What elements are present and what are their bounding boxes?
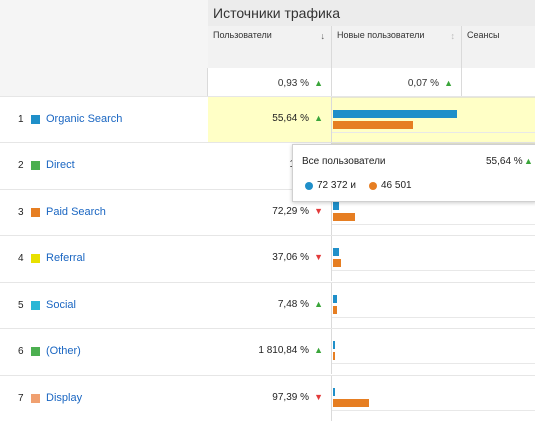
users-pct-cell: 7,48 % ▲ [208,283,332,328]
bar-users [333,388,335,396]
bar-users [333,341,335,349]
trend-up-icon: ▲ [314,345,323,355]
channel-link[interactable]: Referral [46,252,85,264]
traffic-sources-table: Источники трафика Пользователи ↓ Новые п… [0,0,535,430]
table-row[interactable]: 7 Display 97,39 % ▼ [0,375,535,421]
trend-down-icon: ▼ [314,206,323,216]
series-dot-orange [369,182,377,190]
sort-neutral-icon[interactable]: ↕ [451,31,456,41]
totals-users-pct: 0,93 % [277,78,309,89]
legend-swatch [31,394,40,403]
row-number: 2 [18,160,24,171]
users-pct-value: 37,06 % [272,252,309,263]
legend-swatch [31,301,40,310]
row-number: 6 [18,346,24,357]
chart-tooltip: Все пользователи 55,64 % ▲ 72 372 и 46 5… [292,144,535,202]
bar-users [333,248,339,256]
legend-swatch [31,208,40,217]
channel-link[interactable]: Organic Search [46,113,122,125]
column-label-sessions: Сеансы [467,30,500,40]
row-number: 7 [18,393,24,404]
column-label-users: Пользователи [213,30,272,40]
trend-down-icon: ▼ [314,392,323,402]
totals-users: 0,93 % ▲ [208,68,332,96]
table-row[interactable]: 4 Referral 37,06 % ▼ [0,235,535,281]
bar-new-users [333,399,369,407]
trend-up-icon: ▲ [314,113,323,123]
channel-link[interactable]: (Other) [46,345,81,357]
users-pct-cell: 97,39 % ▼ [208,376,332,421]
row-number: 5 [18,300,24,311]
row-number: 3 [18,207,24,218]
tooltip-pct: 55,64 % [486,156,523,167]
channel-link[interactable]: Paid Search [46,206,106,218]
bar-new-users [333,306,337,314]
table-row[interactable]: 6 (Other) 1 810,84 % ▲ [0,328,535,374]
users-pct-cell: 1 810,84 % ▲ [208,329,332,374]
bar-cell [332,97,535,144]
column-header-sessions[interactable]: Сеансы [462,26,535,68]
trend-up-icon: ▲ [314,299,323,309]
bar-gridline [332,363,535,364]
column-header-new-users[interactable]: Новые пользователи ↕ [332,26,462,68]
users-pct-cell: 55,64 % ▲ [208,97,332,142]
bar-gridline [332,270,535,271]
legend-swatch [31,161,40,170]
trend-up-icon: ▲ [524,156,533,166]
table-row[interactable]: 1 Organic Search 55,64 % ▲ [0,96,535,144]
table-row[interactable]: 5 Social 7,48 % ▲ [0,282,535,328]
bar-cell [332,329,535,374]
column-header-users[interactable]: Пользователи ↓ [208,26,332,68]
row-number: 1 [18,114,24,125]
users-pct-value: 97,39 % [272,392,309,403]
legend-swatch [31,254,40,263]
column-label-new-users: Новые пользователи [337,30,425,40]
group-title: Источники трафика [213,5,341,21]
users-pct-value: 7,48 % [277,299,309,310]
users-pct-value: 55,64 % [272,113,309,124]
channel-link[interactable]: Social [46,299,76,311]
tooltip-title: Все пользователи [302,156,386,167]
tooltip-value-2: 46 501 [381,180,412,191]
bar-cell [332,283,535,328]
bar-gridline [332,132,535,133]
users-pct-value: 1 810,84 % [258,345,309,356]
bar-cell [332,376,535,421]
row-number: 4 [18,253,24,264]
legend-swatch [31,347,40,356]
trend-down-icon: ▼ [314,252,323,262]
users-pct-cell: 37,06 % ▼ [208,236,332,281]
legend-swatch [31,115,40,124]
bar-users [333,202,339,210]
bar-gridline [332,317,535,318]
channel-link[interactable]: Display [46,392,82,404]
sort-arrow-down-icon[interactable]: ↓ [321,31,326,41]
bar-cell [332,236,535,281]
series-dot-blue [305,182,313,190]
bar-new-users [333,352,335,360]
channel-link[interactable]: Direct [46,159,75,171]
users-pct-value: 72,29 % [272,206,309,217]
totals-new-users: 0,07 % ▲ [332,68,462,96]
bar-gridline [332,410,535,411]
tooltip-value-1: 72 372 и [317,180,356,191]
totals-new-users-pct: 0,07 % [407,78,439,89]
bar-users [333,295,337,303]
bar-gridline [332,224,535,225]
totals-label-cell [0,68,208,96]
bar-new-users [333,213,355,221]
bar-new-users [333,259,341,267]
trend-up-icon: ▲ [444,78,453,88]
bar-users [333,110,457,118]
trend-up-icon: ▲ [314,78,323,88]
totals-sessions [462,68,535,96]
bar-new-users [333,121,413,129]
group-header: Источники трафика [208,0,535,27]
